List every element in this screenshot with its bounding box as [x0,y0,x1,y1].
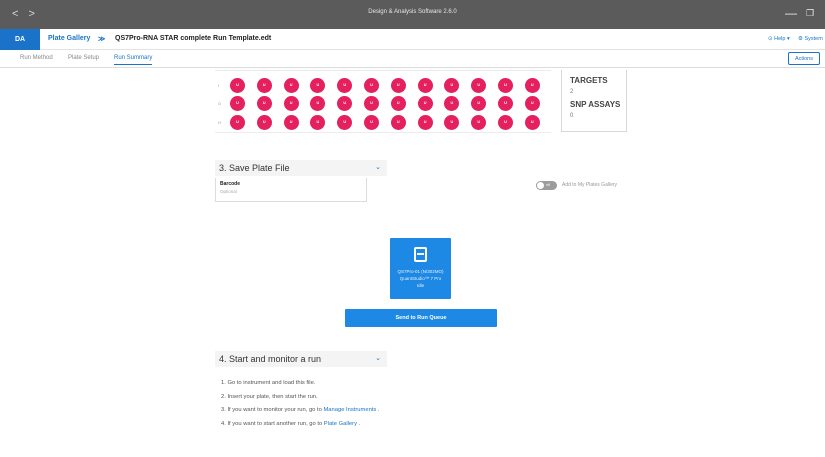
chevron-down-icon[interactable]: ⌄ [375,160,381,176]
plate-well[interactable]: U [524,115,540,130]
snp-assays-heading: SNP ASSAYS [570,100,621,109]
run-steps-list: 1. Go to instrument and load this file. … [221,380,380,434]
list-item: 4. If you want to start another run, go … [221,421,380,435]
targets-count: 2 [570,89,574,95]
add-to-gallery-label: Add to My Plates Gallery [562,182,618,188]
plate-layout: IUUUUUUUUUUUUGUUUUUUUUUUUUHUUUUUUUUUUUU [215,70,551,133]
add-to-gallery-toggle[interactable]: off [536,181,557,190]
plate-well[interactable]: U [230,115,245,130]
plate-well[interactable]: U [256,115,272,130]
toggle-state: off [546,183,550,187]
plate-well[interactable]: U [390,96,406,111]
plate-well[interactable]: U [417,78,433,93]
tab-run-summary[interactable]: Run Summary [114,55,153,65]
send-to-run-queue-button[interactable]: Send to Run Queue [345,309,497,327]
plate-well[interactable]: U [364,115,379,130]
tab-plate-setup[interactable]: Plate Setup [68,55,99,61]
plate-well[interactable]: U [364,78,379,93]
barcode-label: Barcode [220,181,241,187]
plate-well[interactable]: U [444,96,460,111]
instrument-name: QS7Pro-01 (N/302MO) [397,269,444,274]
plate-well[interactable]: U [364,96,379,111]
plate-well[interactable]: U [498,96,513,111]
plate-well[interactable]: U [337,96,353,111]
plate-well[interactable]: U [417,96,433,111]
plate-well[interactable]: U [524,78,540,93]
plate-gallery-link[interactable]: Plate Gallery [324,421,357,427]
plate-well[interactable]: U [337,115,353,130]
list-item: 2. Insert your plate, then start the run… [221,394,380,408]
plate-well[interactable]: U [471,78,487,93]
plate-well[interactable]: U [256,78,272,93]
plate-well[interactable]: U [310,115,326,130]
plate-well[interactable]: U [283,96,299,111]
file-name: QS7Pro-RNA STAR complete Run Template.ed… [115,35,272,42]
targets-heading: TARGETS [570,76,608,85]
step-text: 4. If you want to start another run, go … [221,420,324,427]
step-text: 1. Go to instrument and load this file. [221,380,316,386]
targets-panel: TARGETS 2 SNP ASSAYS 0 [561,70,627,132]
plate-well[interactable]: U [417,115,433,130]
breadcrumb-separator-icon: ≫ [98,36,106,43]
plate-well[interactable]: U [337,78,353,93]
plate-well[interactable]: U [444,78,460,93]
snp-assays-count: 0 [570,113,574,119]
plate-row-label: I [218,83,220,88]
plate-well[interactable]: U [283,78,299,93]
toggle-knob [537,182,544,189]
plate-well[interactable]: U [471,115,487,130]
save-plate-file-header[interactable]: 3. Save Plate File ⌄ [215,160,387,176]
plate-well[interactable]: U [498,115,513,130]
start-monitor-title: 4. Start and monitor a run [219,354,322,364]
plate-well[interactable]: U [310,78,326,93]
plate-well[interactable]: U [256,96,272,111]
plate-well[interactable]: U [310,96,326,111]
plate-well[interactable]: U [390,115,406,130]
plate-well[interactable]: U [444,115,460,130]
step-suffix: . [376,407,380,413]
app-header: DA Plate Gallery ≫ QS7Pro-RNA STAR compl… [0,29,825,50]
plate-well[interactable]: U [230,78,245,93]
breadcrumb-plate-gallery[interactable]: Plate Gallery [48,35,90,42]
start-monitor-header[interactable]: 4. Start and monitor a run ⌄ [215,351,387,367]
manage-instruments-link[interactable]: Manage Instruments [323,407,376,413]
barcode-field[interactable]: Barcode Optional [215,178,367,202]
tab-bar: Run Method Plate Setup Run Summary Actio… [0,50,825,68]
minimize-icon[interactable]: — [785,6,797,20]
list-item: 3. If you want to monitor your run, go t… [221,407,380,421]
barcode-input[interactable]: Optional [220,189,362,194]
window-title: Design & Analysis Software 2.6.0 [368,9,457,15]
restore-icon[interactable]: ❐ [806,8,814,19]
instrument-status: Idle [416,283,425,288]
save-plate-file-title: 3. Save Plate File [219,163,290,173]
plate-well[interactable]: U [471,96,487,111]
instrument-card[interactable]: QS7Pro-01 (N/302MO) QuantStudio™ 7 Pro I… [390,238,451,299]
help-menu[interactable]: ⊙ Help ▾ [768,36,790,42]
plate-well[interactable]: U [390,78,406,93]
tab-run-method[interactable]: Run Method [20,55,53,61]
instrument-info: QS7Pro-01 (N/302MO) QuantStudio™ 7 Pro I… [390,268,451,289]
plate-row-label: G [218,101,222,106]
instrument-icon [414,247,427,262]
plate-row-label: H [218,120,221,125]
instrument-model: QuantStudio™ 7 Pro [399,276,442,281]
step-text: 3. If you want to monitor your run, go t… [221,407,324,413]
plate-well[interactable]: U [283,115,299,130]
window-titlebar: <> Design & Analysis Software 2.6.0 — ❐ [0,0,825,29]
step-text: 2. Insert your plate, then start the run… [221,393,318,400]
plate-well[interactable]: U [230,96,245,111]
step-suffix: . [356,420,361,427]
app-logo[interactable]: DA [0,29,40,50]
system-menu[interactable]: ⚙ System [798,36,823,42]
plate-well[interactable]: U [498,78,513,93]
list-item: 1. Go to instrument and load this file. [221,380,380,394]
plate-well[interactable]: U [524,96,540,111]
actions-button[interactable]: Actions [787,52,820,65]
chevron-down-icon[interactable]: ⌄ [375,351,381,367]
